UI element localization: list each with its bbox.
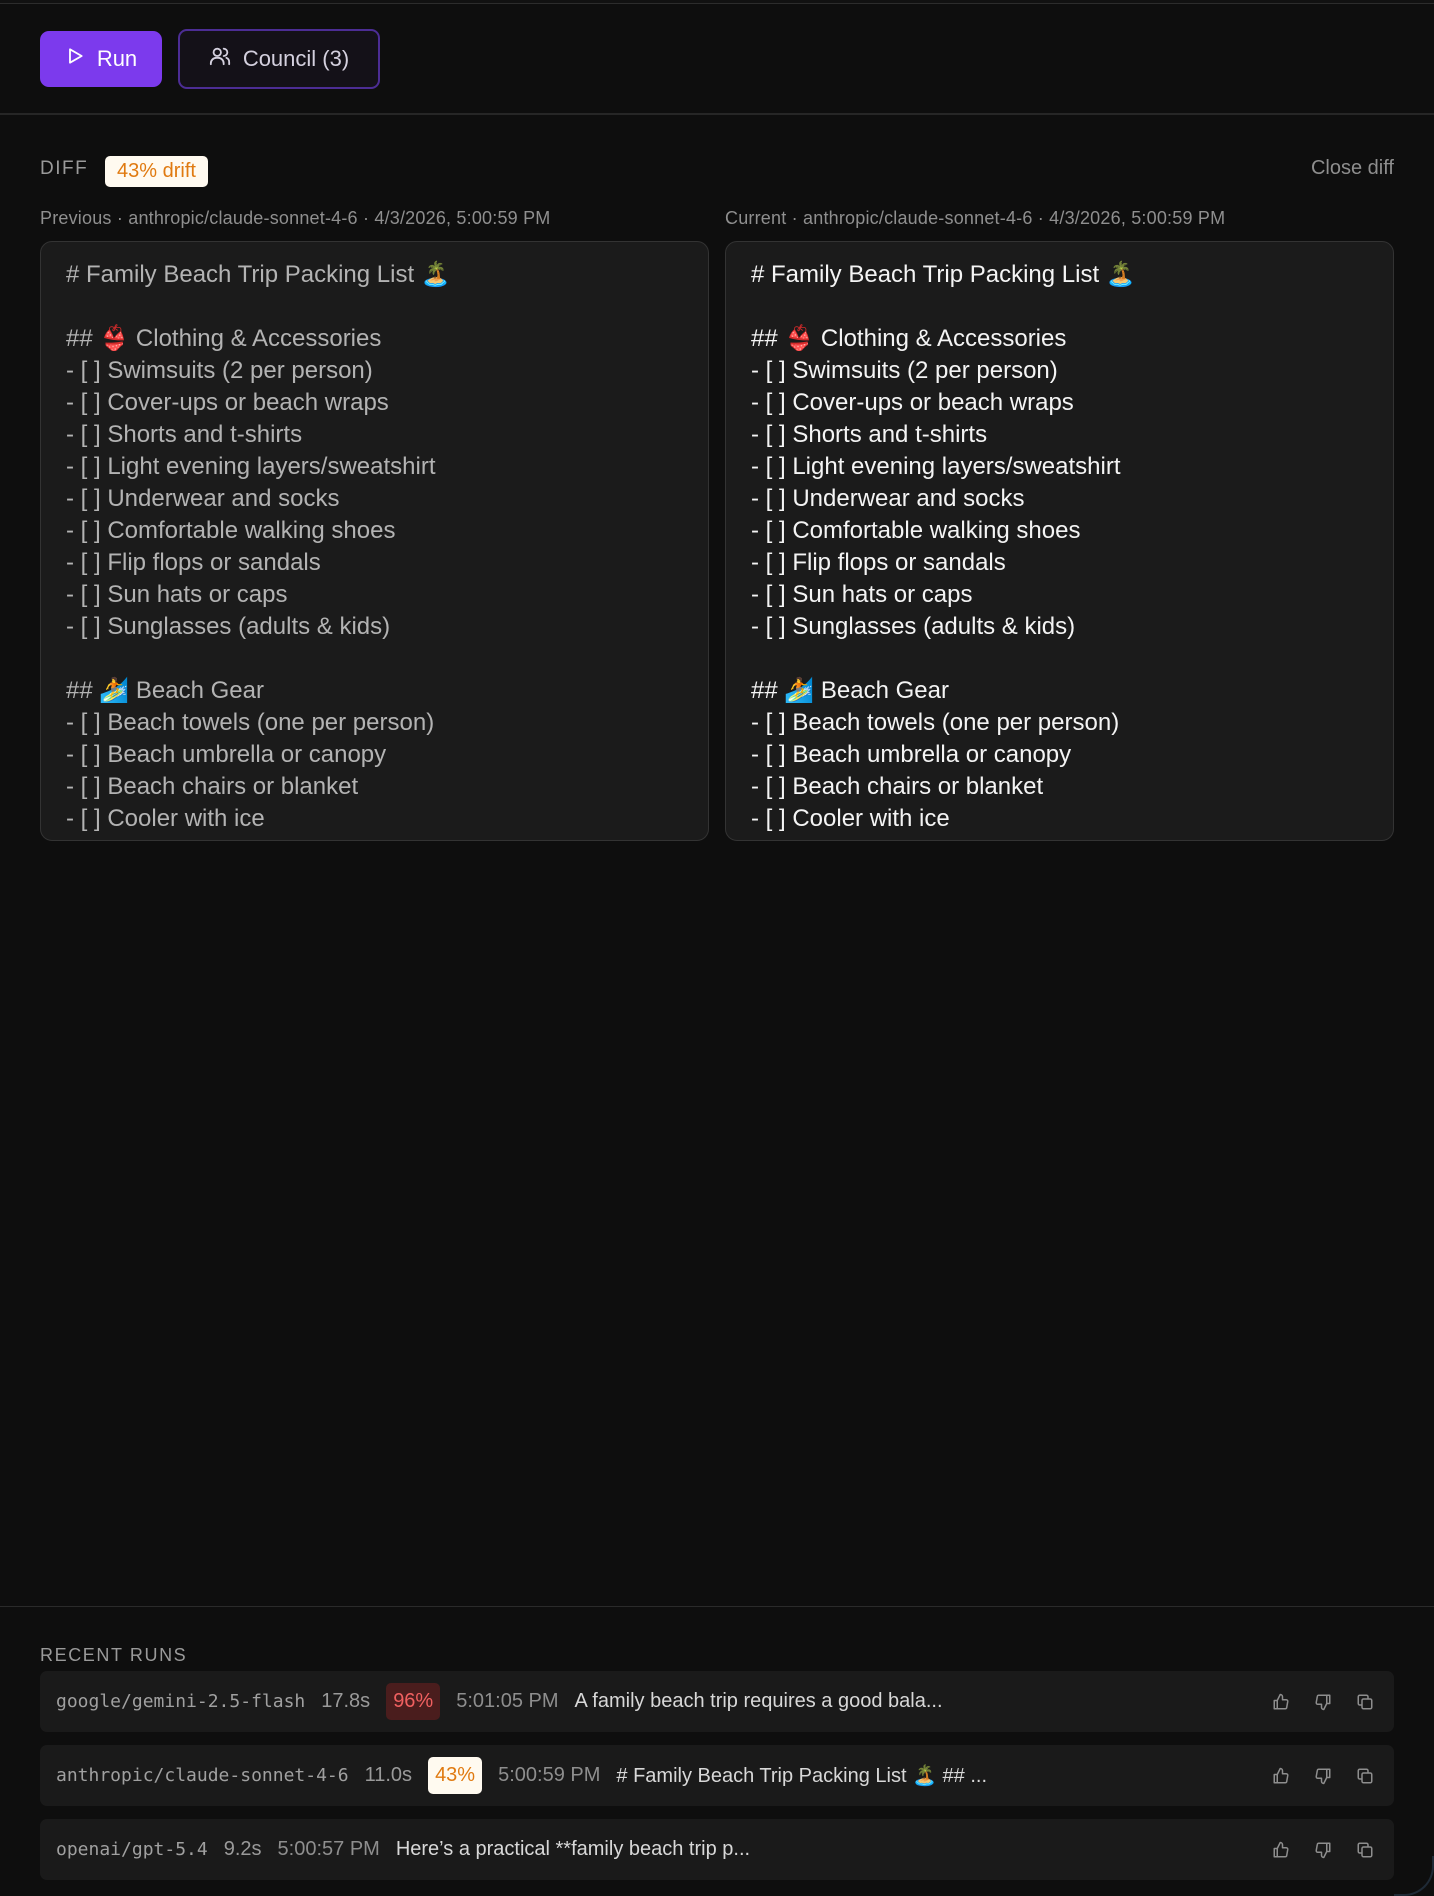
pane-line — [66, 291, 683, 323]
recent-runs-title: RECENT RUNS — [40, 1645, 188, 1665]
toolbar: Run Council (3) — [0, 4, 1434, 115]
run-model: google/gemini-2.5-flash — [56, 1691, 306, 1712]
pane-line: - [ ] Swimsuits (2 per person) — [751, 357, 1058, 384]
pane-line: - [ ] Cooler with ice — [751, 805, 950, 832]
pane-line: - [ ] Cover-ups or beach wraps — [66, 389, 389, 416]
run-preview: # Family Beach Trip Packing List 🏝️ ## .… — [616, 1765, 987, 1787]
close-diff-button[interactable]: Close diff — [1311, 157, 1394, 180]
run-preview: Here’s a practical **family beach trip p… — [395, 1838, 751, 1860]
pane-line: - [ ] Flip flops or sandals — [66, 549, 321, 576]
current-pane-meta: Current · anthropic/claude-sonnet-4-6 · … — [725, 208, 1226, 228]
pane-line: - [ ] Shorts and t-shirts — [66, 421, 303, 448]
pane-line: - [ ] Cooler with ice — [66, 805, 265, 832]
thumbs-down-icon[interactable] — [1312, 1691, 1334, 1713]
copy-icon[interactable] — [1354, 1839, 1376, 1861]
pane-line: - [ ] Swimsuits (2 per person) — [66, 357, 373, 384]
pane-line: - [ ] Beach umbrella or canopy — [751, 741, 1072, 768]
pane-line: - [ ] Beach chairs or blanket — [66, 773, 359, 800]
run-actions — [1270, 1671, 1376, 1732]
pane-line — [66, 643, 683, 675]
pane-line: - [ ] Sun hats or caps — [66, 581, 288, 608]
pane-line: - [ ] Light evening layers/sweatshirt — [751, 453, 1121, 480]
run-button[interactable]: Run — [40, 31, 162, 87]
run-actions — [1270, 1819, 1376, 1880]
copy-icon[interactable] — [1354, 1765, 1376, 1787]
thumbs-up-icon[interactable] — [1270, 1839, 1292, 1861]
pane-line: - [ ] Comfortable walking shoes — [751, 517, 1081, 544]
run-actions — [1270, 1745, 1376, 1806]
current-output-pane[interactable]: # Family Beach Trip Packing List 🏝️ ## 👙 … — [725, 241, 1394, 841]
pane-line: - [ ] Beach chairs or blanket — [751, 773, 1044, 800]
pane-line: - [ ] Underwear and socks — [751, 485, 1025, 512]
run-row[interactable]: google/gemini-2.5-flash 17.8s 96% 5:01:0… — [40, 1671, 1394, 1732]
run-row[interactable]: anthropic/claude-sonnet-4-6 11.0s 43% 5:… — [40, 1745, 1394, 1806]
run-duration: 17.8s — [321, 1690, 371, 1712]
run-model: openai/gpt-5.4 — [56, 1839, 208, 1860]
pane-line: - [ ] Beach towels (one per person) — [751, 709, 1120, 736]
pane-line — [751, 643, 1368, 675]
run-drift-badge: 96% — [386, 1683, 441, 1720]
pane-line: - [ ] Underwear and socks — [66, 485, 340, 512]
users-icon — [209, 45, 231, 73]
run-duration: 9.2s — [223, 1838, 262, 1860]
pane-line: # Family Beach Trip Packing List 🏝️ — [751, 261, 1136, 288]
council-button-label: Council (3) — [242, 46, 350, 71]
thumbs-down-icon[interactable] — [1312, 1839, 1334, 1861]
play-icon — [65, 46, 85, 72]
thumbs-down-icon[interactable] — [1312, 1765, 1334, 1787]
pane-line — [751, 291, 1368, 323]
diff-label: DIFF — [40, 158, 89, 179]
run-preview: A family beach trip requires a good bala… — [574, 1690, 943, 1712]
pane-line: - [ ] Flip flops or sandals — [751, 549, 1006, 576]
recent-runs-section: RECENT RUNS google/gemini-2.5-flash 17.8… — [0, 1606, 1434, 1896]
pane-line: - [ ] Cover-ups or beach wraps — [751, 389, 1074, 416]
thumbs-up-icon[interactable] — [1270, 1691, 1292, 1713]
copy-icon[interactable] — [1354, 1691, 1376, 1713]
pane-line: # Family Beach Trip Packing List 🏝️ — [66, 261, 451, 288]
previous-pane-meta: Previous · anthropic/claude-sonnet-4-6 ·… — [40, 208, 551, 228]
run-row[interactable]: openai/gpt-5.4 9.2s 5:00:57 PM Here’s a … — [40, 1819, 1394, 1880]
run-timestamp: 5:01:05 PM — [456, 1690, 559, 1712]
pane-line: ## 👙 Clothing & Accessories — [66, 325, 382, 352]
run-model: anthropic/claude-sonnet-4-6 — [56, 1765, 349, 1786]
pane-line: - [ ] Beach umbrella or canopy — [66, 741, 387, 768]
pane-line: - [ ] Light evening layers/sweatshirt — [66, 453, 436, 480]
pane-line: ## 🏄 Beach Gear — [66, 677, 264, 704]
pane-line: - [ ] Sun hats or caps — [751, 581, 973, 608]
council-button[interactable]: Council (3) — [178, 29, 380, 89]
pane-line: ## 👙 Clothing & Accessories — [751, 325, 1067, 352]
pane-line: - [ ] Sunglasses (adults & kids) — [751, 613, 1076, 640]
previous-output-pane[interactable]: # Family Beach Trip Packing List 🏝️ ## 👙 … — [40, 241, 709, 841]
pane-line: - [ ] Shorts and t-shirts — [751, 421, 988, 448]
pane-line: ## 🏄 Beach Gear — [751, 677, 949, 704]
run-timestamp: 5:00:57 PM — [277, 1838, 380, 1860]
pane-line: - [ ] Sunglasses (adults & kids) — [66, 613, 391, 640]
run-button-label: Run — [96, 46, 138, 71]
drift-badge: 43% drift — [105, 156, 208, 187]
pane-line: - [ ] Beach towels (one per person) — [66, 709, 435, 736]
run-drift-badge: 43% — [428, 1757, 483, 1794]
pane-line: - [ ] Comfortable walking shoes — [66, 517, 396, 544]
run-timestamp: 5:00:59 PM — [498, 1764, 601, 1786]
thumbs-up-icon[interactable] — [1270, 1765, 1292, 1787]
run-duration: 11.0s — [364, 1764, 413, 1786]
